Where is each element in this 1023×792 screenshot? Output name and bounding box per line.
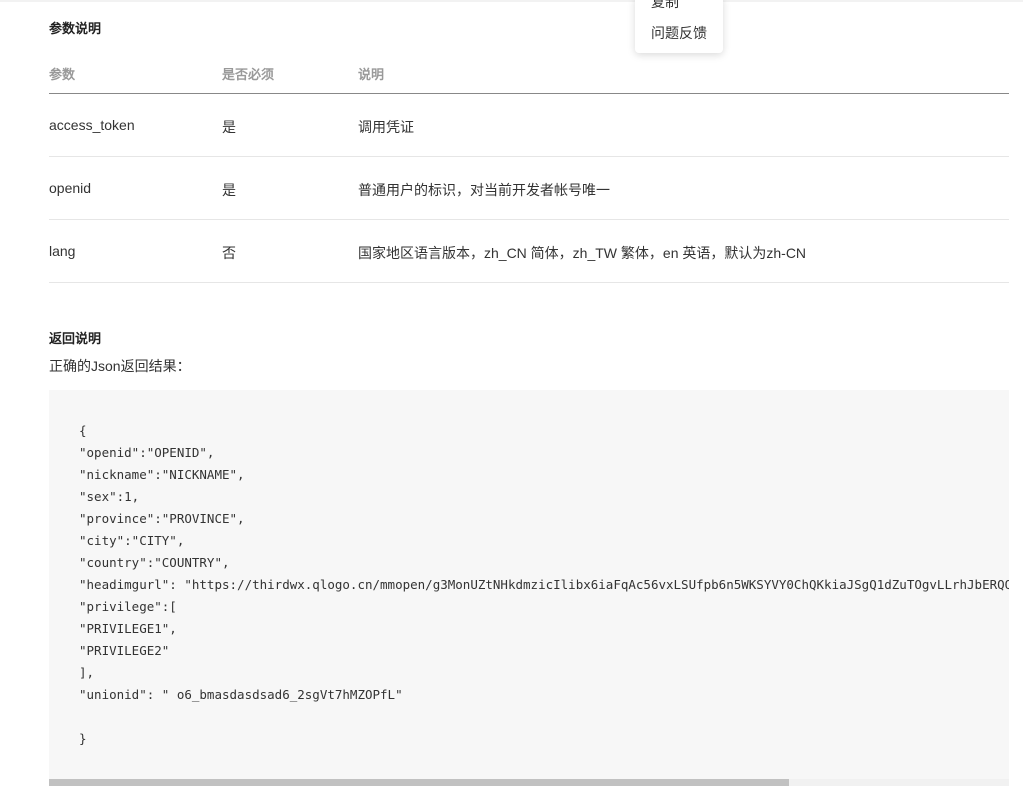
code-line: } (79, 731, 87, 746)
popup-item-feedback[interactable]: 问题反馈 (651, 23, 707, 43)
code-line: "province":"PROVINCE", (79, 511, 245, 526)
code-line: ], (79, 665, 95, 680)
params-table: 参数 是否必须 说明 access_token 是 调用凭证 openid 是 … (49, 52, 1009, 283)
code-line: "openid":"OPENID", (79, 445, 215, 460)
header-param: 参数 (49, 67, 76, 82)
return-description: 正确的Json返回结果： (49, 358, 191, 374)
param-description: 国家地区语言版本，zh_CN 简体，zh_TW 繁体，en 英语，默认为zh-C… (358, 245, 807, 261)
code-line: "unionid": " o6_bmasdasdsad6_2sgVt7hMZOP… (79, 687, 403, 702)
table-row: lang 否 国家地区语言版本，zh_CN 简体，zh_TW 繁体，en 英语，… (49, 220, 1009, 283)
param-name: openid (49, 180, 92, 196)
horizontal-scrollbar[interactable] (49, 779, 1009, 786)
popup-item-copy[interactable]: 复制 (651, 0, 679, 12)
table-row: access_token 是 调用凭证 (49, 94, 1009, 157)
code-line: "headimgurl": "https://thirdwx.qlogo.cn/… (79, 577, 1009, 592)
code-line: "country":"COUNTRY", (79, 555, 230, 570)
param-name: access_token (49, 117, 135, 133)
code-line: "nickname":"NICKNAME", (79, 467, 245, 482)
param-description: 普通用户的标识，对当前开发者帐号唯一 (358, 182, 610, 198)
param-description: 调用凭证 (358, 119, 414, 135)
code-line: "PRIVILEGE1", (79, 621, 177, 636)
header-required: 是否必须 (222, 67, 275, 82)
code-line: "PRIVILEGE2" (79, 643, 170, 658)
table-header: 参数 是否必须 说明 (49, 52, 1009, 94)
code-block[interactable]: { "openid":"OPENID", "nickname":"NICKNAME"… (49, 390, 1009, 780)
code-line: { (79, 423, 87, 438)
context-popup-menu: 复制 问题反馈 (635, 0, 723, 53)
param-required: 否 (222, 245, 236, 261)
code-line: "sex":1, (79, 489, 140, 504)
top-divider (0, 0, 1023, 2)
param-name: lang (49, 243, 76, 259)
header-description: 说明 (358, 67, 385, 82)
code-line: "city":"CITY", (79, 533, 185, 548)
param-required: 是 (222, 119, 236, 135)
code-content: { "openid":"OPENID", "nickname":"NICKNAME"… (79, 420, 1009, 750)
table-row: openid 是 普通用户的标识，对当前开发者帐号唯一 (49, 157, 1009, 220)
params-section-title: 参数说明 (49, 21, 102, 36)
param-required: 是 (222, 182, 236, 198)
return-section-title: 返回说明 (49, 331, 102, 346)
code-line: "privilege":[ (79, 599, 177, 614)
scrollbar-thumb[interactable] (49, 779, 789, 786)
